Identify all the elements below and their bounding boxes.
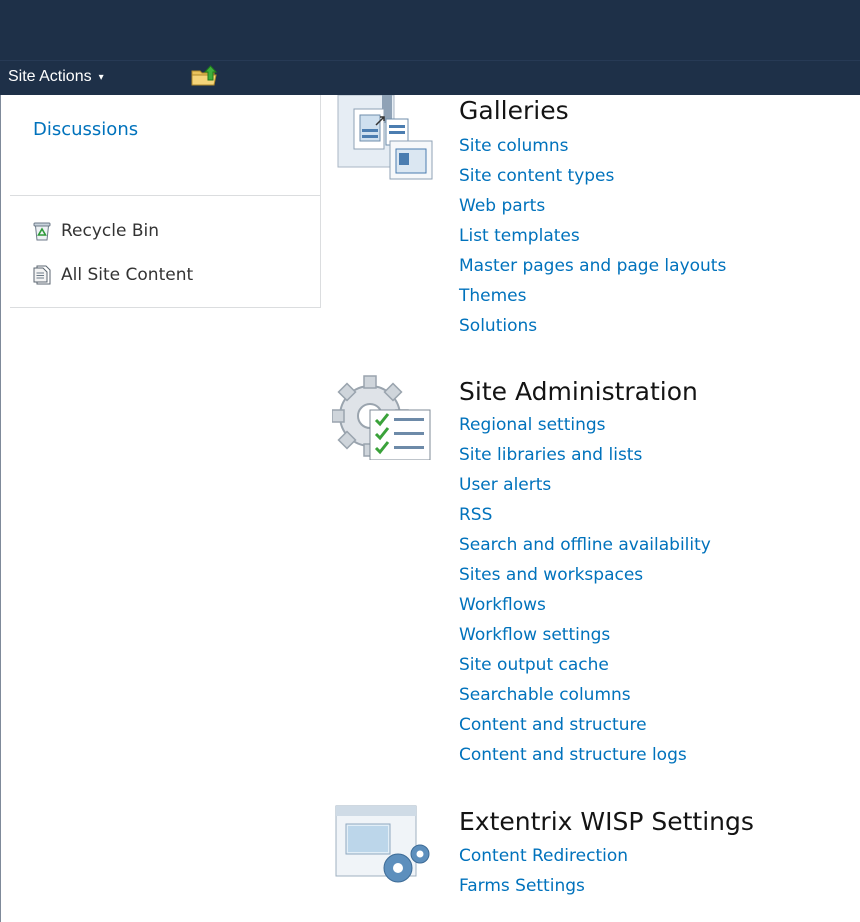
link-site-columns[interactable]: Site columns xyxy=(459,131,726,161)
link-user-alerts[interactable]: User alerts xyxy=(459,470,711,500)
galleries-links: Site columns Site content types Web part… xyxy=(459,131,726,341)
folder-up-icon[interactable] xyxy=(191,64,219,88)
link-rss[interactable]: RSS xyxy=(459,500,711,530)
link-workflow-settings[interactable]: Workflow settings xyxy=(459,620,711,650)
section-title-wisp-settings: Extentrix WISP Settings xyxy=(459,807,754,836)
section-title-galleries: Galleries xyxy=(459,96,569,125)
link-web-parts[interactable]: Web parts xyxy=(459,191,726,221)
site-actions-label: Site Actions xyxy=(8,68,92,85)
link-regional-settings[interactable]: Regional settings xyxy=(459,410,711,440)
link-sites-and-workspaces[interactable]: Sites and workspaces xyxy=(459,560,711,590)
link-site-content-types[interactable]: Site content types xyxy=(459,161,726,191)
link-content-redirection[interactable]: Content Redirection xyxy=(459,841,628,871)
link-content-and-structure-logs[interactable]: Content and structure logs xyxy=(459,740,711,770)
site-actions-menu[interactable]: Site Actions ▾ xyxy=(8,63,104,91)
ribbon-top-bar xyxy=(0,0,860,60)
link-site-output-cache[interactable]: Site output cache xyxy=(459,650,711,680)
site-administration-links: Regional settings Site libraries and lis… xyxy=(459,410,711,770)
link-searchable-columns[interactable]: Searchable columns xyxy=(459,680,711,710)
nav-link-label: All Site Content xyxy=(61,265,194,285)
link-site-libraries-and-lists[interactable]: Site libraries and lists xyxy=(459,440,711,470)
galleries-icon xyxy=(337,95,433,180)
ribbon-bar xyxy=(0,60,860,95)
nav-link-all-site-content[interactable]: All Site Content xyxy=(33,263,193,287)
link-themes[interactable]: Themes xyxy=(459,281,726,311)
nav-link-recycle-bin[interactable]: Recycle Bin xyxy=(33,219,159,243)
page-frame-border xyxy=(0,95,1,922)
chevron-down-icon: ▾ xyxy=(98,71,104,83)
wisp-settings-links: Content Redirection Farms Settings xyxy=(459,841,628,901)
link-workflows[interactable]: Workflows xyxy=(459,590,711,620)
wisp-settings-icon xyxy=(335,805,430,883)
recycle-bin-icon xyxy=(33,222,51,241)
link-content-and-structure[interactable]: Content and structure xyxy=(459,710,711,740)
link-search-and-offline-availability[interactable]: Search and offline availability xyxy=(459,530,711,560)
nav-link-label: Recycle Bin xyxy=(61,221,160,241)
link-solutions[interactable]: Solutions xyxy=(459,311,726,341)
link-list-templates[interactable]: List templates xyxy=(459,221,726,251)
document-icon xyxy=(33,265,51,285)
nav-divider xyxy=(10,195,320,196)
nav-heading-discussions[interactable]: Discussions xyxy=(33,119,138,140)
quick-launch: Discussions Recycle Bin All Site Content xyxy=(10,95,321,308)
site-administration-icon xyxy=(332,375,431,460)
link-farms-settings[interactable]: Farms Settings xyxy=(459,871,628,901)
link-master-pages-and-page-layouts[interactable]: Master pages and page layouts xyxy=(459,251,726,281)
section-title-site-administration: Site Administration xyxy=(459,377,698,406)
